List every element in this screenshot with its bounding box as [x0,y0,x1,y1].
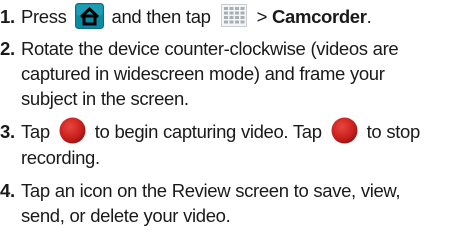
step-4-line: Tap an icon on the Review screen to save… [21,179,401,201]
step-text: . [366,6,372,27]
step-4-line: send, or delete your video. [21,204,231,226]
step-4: 4. Tap an icon on the Review screen to s… [0,178,463,228]
record-button-icon [331,117,358,144]
step-3: 3. Tap to begin capturing video. Tap to … [0,117,463,170]
camcorder-label: Camcorder [272,6,367,27]
step-1-line: Press and then tap > Camcorder. [21,2,463,30]
step-3-line: Tap to begin capturing video. Tap to sto… [21,117,463,145]
applications-grid-icon [220,4,247,28]
home-button-icon [74,2,104,29]
step-2-line: subject in the screen. [21,87,189,109]
step-number: 4. [0,179,15,201]
step-2-line: captured in widescreen mode) and frame y… [21,62,385,84]
step-text: Press [21,6,72,27]
step-1: 1. Press and then tap > Camcorder. [0,0,463,30]
step-text: to begin capturing video. Tap [89,120,327,142]
step-number: 3. [0,120,15,142]
step-number: 2. [0,37,15,59]
step-text: Tap [21,120,55,142]
step-text: > [251,6,273,27]
step-text: to stop [361,120,421,142]
step-3-line: recording. [21,146,100,168]
instruction-steps: 1. Press and then tap > Camcorder. 2. Ro… [0,0,463,228]
step-2-line: Rotate the device counter-clockwise (vid… [21,37,399,59]
step-text: and then tap [106,6,216,27]
step-2: 2. Rotate the device counter-clockwise (… [0,36,463,111]
record-button-icon [59,117,86,144]
step-number: 1. [0,6,15,27]
